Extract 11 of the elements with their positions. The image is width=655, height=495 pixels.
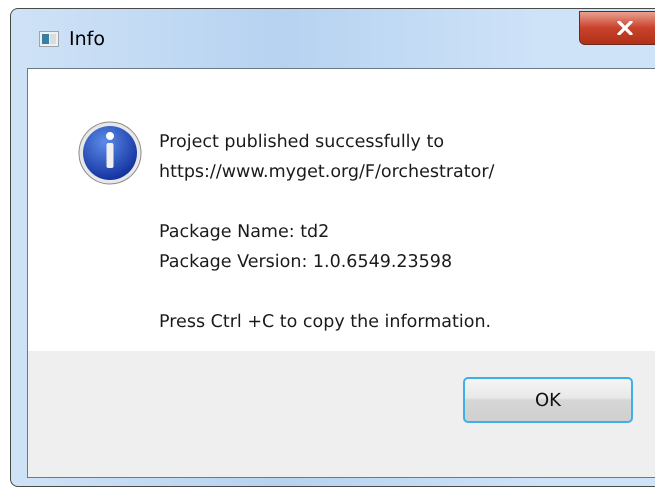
info-icon	[78, 121, 142, 185]
ok-button[interactable]: OK	[463, 377, 633, 423]
window-icon	[39, 30, 59, 46]
message-text: https://www.myget.org/F/orchestrator/	[159, 161, 494, 184]
close-icon	[617, 21, 633, 35]
message-text: Package Name: td2	[159, 221, 330, 244]
close-button[interactable]	[579, 11, 655, 45]
window-title: Info	[69, 28, 105, 50]
message-text: Package Version: 1.0.6549.23598	[159, 251, 454, 274]
message-text: Press Ctrl +C to copy the information.	[159, 311, 492, 334]
message-text: Project published successfully to	[159, 131, 446, 154]
